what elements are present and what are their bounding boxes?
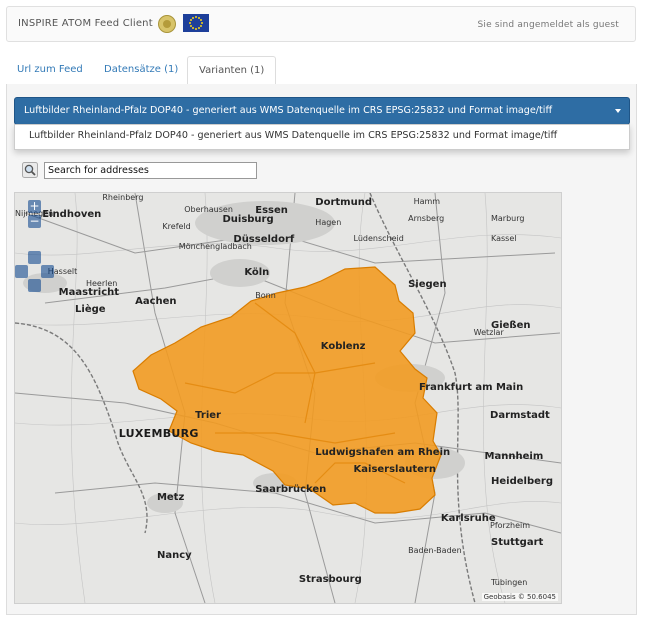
map-place-label: Wetzlar (473, 328, 504, 338)
map-place-label: Köln (244, 266, 270, 278)
map-copyright: Geobasis © 50.6045 (481, 593, 558, 601)
map-place-label: Stuttgart (491, 537, 544, 549)
map-place-label: Siegen (408, 279, 447, 291)
tab-bar: Url zum Feed Datensätze (1) Varianten (1… (6, 56, 636, 86)
map-place-label: Hamm (413, 197, 441, 207)
map-place-label: Koblenz (320, 340, 366, 352)
map-place-label: Mönchengladbach (178, 242, 252, 252)
app-title: INSPIRE ATOM Feed Client (18, 18, 153, 29)
eu-flag-logo (183, 14, 209, 32)
tab-url-feed[interactable]: Url zum Feed (6, 56, 94, 83)
map-place-label: Krefeld (162, 221, 191, 231)
map-place-label: Kassel (491, 234, 517, 243)
map-place-label: Trier (195, 410, 221, 422)
map-place-label: Aachen (135, 295, 177, 307)
caret-down-icon (615, 109, 621, 113)
map-place-label: Rheinberg (102, 193, 144, 202)
map-place-label: Dortmund (315, 197, 372, 209)
map-place-label: Mannheim (484, 451, 544, 463)
tab-variants[interactable]: Varianten (1) (187, 56, 277, 86)
address-search-input[interactable] (44, 162, 257, 179)
map-place-label: Karlsruhe (440, 512, 496, 524)
map-place-label: Metz (156, 492, 185, 504)
map-place-label: Lüdenscheid (353, 234, 404, 243)
zoom-in-button[interactable]: + (28, 200, 41, 213)
pan-right-icon[interactable] (41, 265, 54, 278)
variant-select[interactable]: Luftbilder Rheinland-Pfalz DOP40 - gener… (14, 97, 630, 125)
pan-up-icon[interactable] (28, 251, 41, 264)
map-place-label: Frankfurt am Main (419, 381, 524, 393)
variant-select-value: Luftbilder Rheinland-Pfalz DOP40 - gener… (24, 105, 553, 116)
map-place-label: Saarbrücken (255, 484, 327, 496)
login-status: Sie sind angemeldet als guest (477, 20, 619, 30)
map-place-label: Kaiserslautern (353, 463, 436, 475)
map-place-label: Heidelberg (491, 475, 553, 487)
map-place-label: Baden-Baden (408, 545, 462, 555)
pan-down-icon[interactable] (28, 279, 41, 292)
variant-dropdown-menu: Luftbilder Rheinland-Pfalz DOP40 - gener… (14, 124, 630, 150)
map-place-label: Maastricht (58, 287, 120, 299)
zoom-out-button[interactable]: − (28, 215, 41, 228)
map-place-label: Eindhoven (42, 209, 102, 221)
map-place-label: Liège (75, 303, 106, 315)
map-place-label: Marburg (491, 213, 525, 223)
map-place-label: Nancy (156, 549, 192, 561)
geoportal-seal-logo (158, 15, 176, 33)
map-place-label: Tübingen (491, 578, 528, 588)
pan-left-icon[interactable] (15, 265, 28, 278)
map-place-label: Arnsberg (408, 213, 445, 223)
map-place-label: Pforzheim (490, 521, 531, 530)
variant-option[interactable]: Luftbilder Rheinland-Pfalz DOP40 - gener… (29, 130, 557, 141)
map-viewer[interactable]: Nijmegen Rheinberg Dortmund Eindhoven Oberha… (14, 192, 562, 604)
map-place-label: Strasbourg (298, 574, 362, 586)
map-place-label: Darmstadt (490, 410, 550, 422)
map-place-label: LUXEMBURG (118, 426, 199, 440)
map-place-label: Ludwigshafen am Rhein (315, 447, 451, 459)
magnifier-icon[interactable] (22, 162, 38, 178)
app-header: INSPIRE ATOM Feed Client Sie sind angeme… (6, 6, 636, 42)
map-place-label: Bonn (255, 291, 276, 301)
map-place-label: Hagen (315, 217, 342, 227)
tab-datasets[interactable]: Datensätze (1) (93, 56, 189, 83)
map-basemap (15, 193, 561, 603)
map-place-label: Duisburg (222, 213, 274, 225)
